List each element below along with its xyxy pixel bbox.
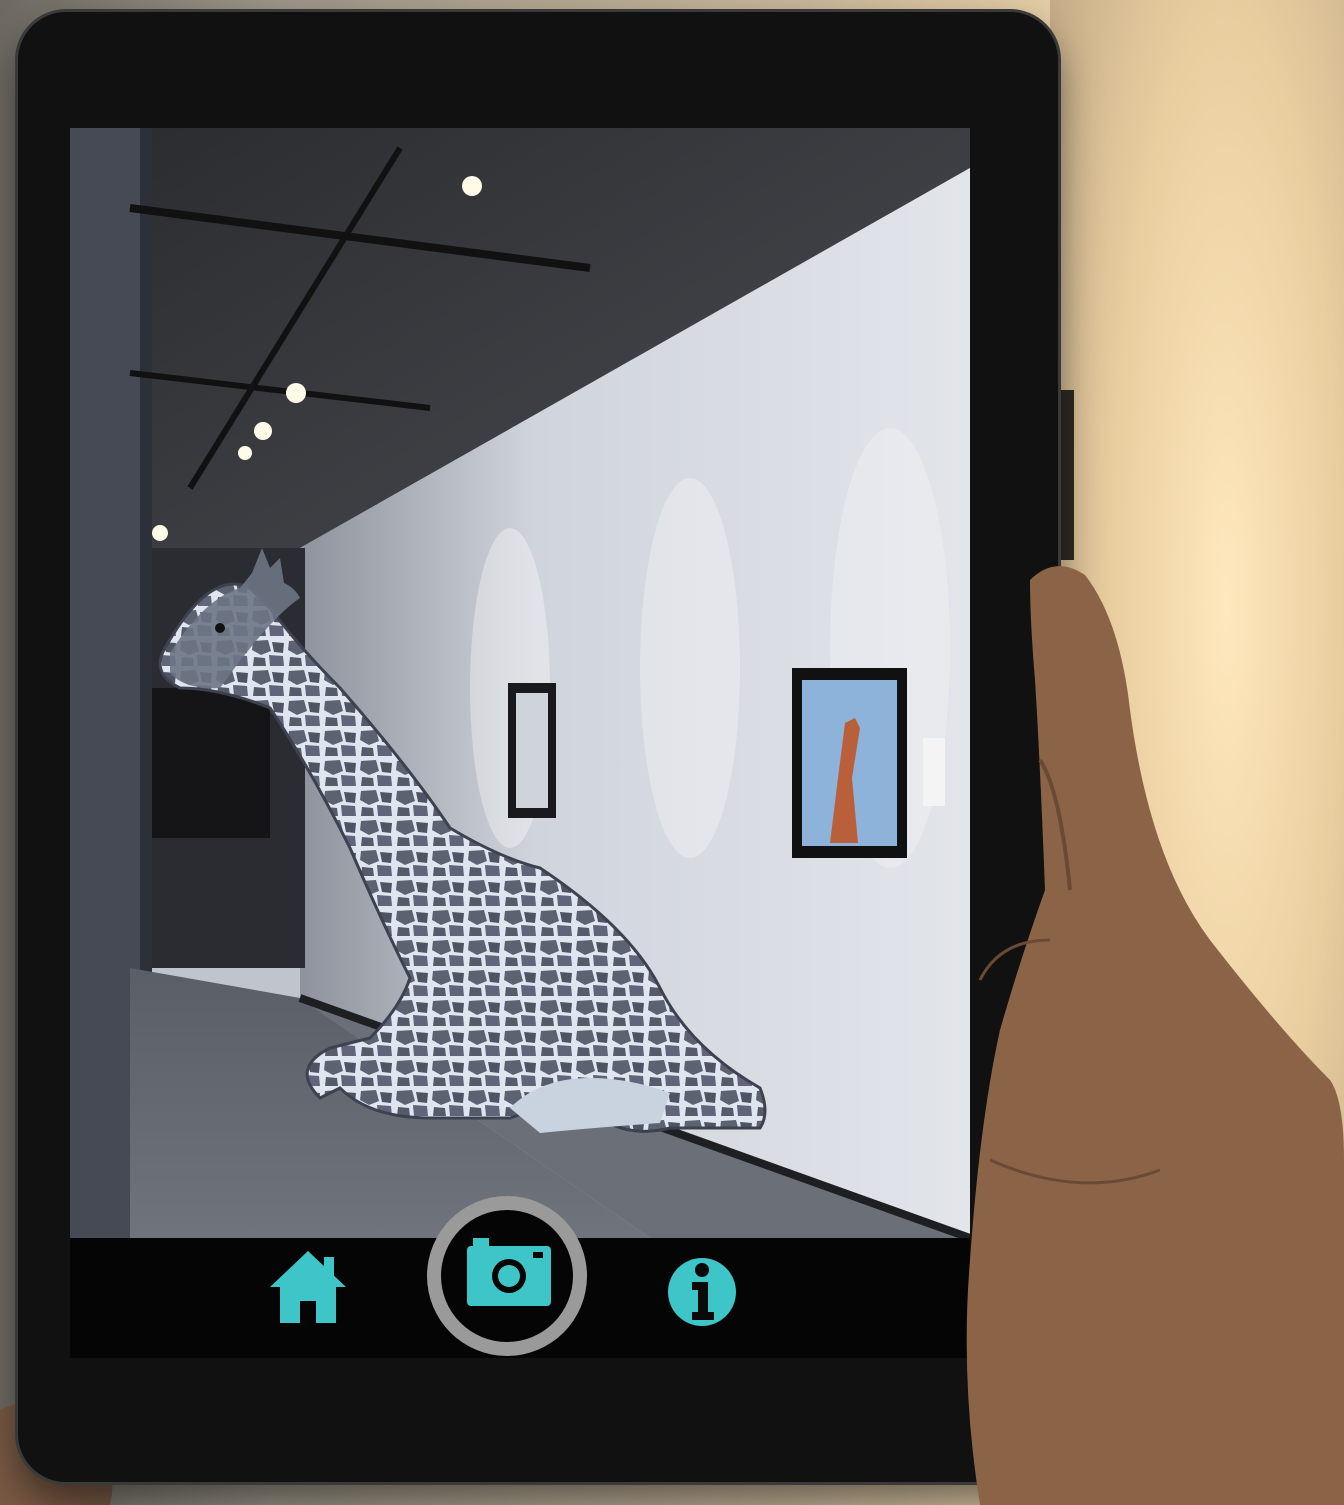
home-icon (270, 1251, 346, 1323)
camera-icon (467, 1238, 551, 1306)
info-button[interactable] (666, 1252, 738, 1332)
info-icon (668, 1258, 736, 1326)
ar-camera-view[interactable] (70, 128, 970, 1238)
gallery-scene (70, 128, 970, 1238)
photo-scene (0, 0, 1344, 1505)
home-button[interactable] (268, 1245, 348, 1325)
capture-button[interactable] (427, 1196, 587, 1356)
right-hand (966, 566, 1344, 1505)
